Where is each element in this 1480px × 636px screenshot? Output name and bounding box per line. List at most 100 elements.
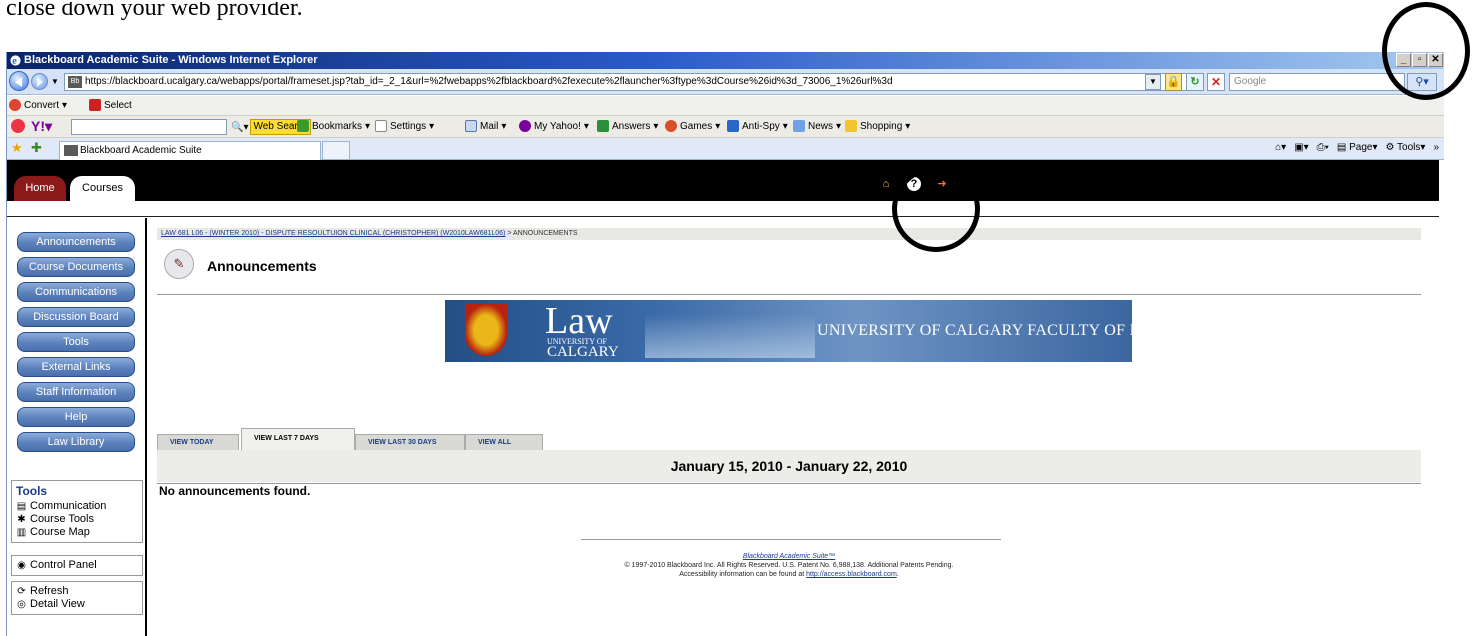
tab-view-last-30-days[interactable]: VIEW LAST 30 DAYS (355, 434, 465, 450)
breadcrumb-current: > ANNOUNCEMENTS (507, 230, 578, 237)
games-menu[interactable]: Games ▾ (665, 120, 720, 132)
detail-view-icon: ◎ (17, 599, 26, 610)
control-panel-link[interactable]: ◉ Control Panel (16, 559, 138, 572)
communication-icon: ▤ (16, 501, 27, 512)
shopping-menu[interactable]: Shopping ▾ (845, 120, 910, 132)
mail-icon (465, 120, 477, 132)
url-input[interactable]: Bb https://blackboard.ucalgary.ca/webapp… (64, 73, 1194, 91)
accessibility-link[interactable]: http://access.blackboard.com (806, 571, 897, 578)
nav-communications[interactable]: Communications (17, 282, 135, 302)
nav-staff-information[interactable]: Staff Information (17, 382, 135, 402)
answers-icon (597, 120, 609, 132)
main-content: LAW 681 L06 - (WINTER 2010) - DISPUTE RE… (157, 222, 1427, 636)
convert-toolbar: Convert ▾ Select (7, 96, 1444, 116)
yahoo-search-input[interactable] (71, 119, 227, 135)
yahoo-brand-icon[interactable]: Y!▾ (31, 118, 63, 134)
tool-course-tools[interactable]: ✱ Course Tools (16, 513, 138, 526)
settings-menu[interactable]: Settings ▾ (375, 120, 434, 132)
nav-announcements[interactable]: Announcements (17, 232, 135, 252)
url-dropdown-icon[interactable]: ▼ (1145, 74, 1161, 90)
my-yahoo-menu[interactable]: My Yahoo! ▾ (519, 120, 589, 132)
footer-copyright: © 1997-2010 Blackboard Inc. All Rights R… (624, 562, 954, 569)
news-icon (793, 120, 805, 132)
stop-icon[interactable]: ✕ (1207, 73, 1225, 91)
banner-faculty: UNIVERSITY OF CALGARY FACULTY OF LAW (817, 322, 1132, 339)
view-tabs: VIEW TODAY VIEW LAST 7 DAYS VIEW LAST 30… (157, 428, 1421, 450)
new-tab-button[interactable] (322, 141, 350, 160)
select-icon (89, 99, 101, 111)
answers-menu[interactable]: Answers ▾ (597, 120, 658, 132)
tab-view-all[interactable]: VIEW ALL (465, 434, 543, 450)
page-menu[interactable]: ▤ Page▾ (1337, 142, 1378, 153)
nav-discussion-board[interactable]: Discussion Board (17, 307, 135, 327)
my-yahoo-icon (519, 120, 531, 132)
tool-communication[interactable]: ▤ Communication (16, 500, 138, 513)
banner-calgary: CALGARY (547, 344, 619, 360)
tab-view-last-7-days[interactable]: VIEW LAST 7 DAYS (241, 428, 355, 450)
footer-divider (581, 539, 1001, 540)
browser-window: e Blackboard Academic Suite - Windows In… (6, 52, 1444, 636)
more-chevron-icon[interactable]: » (1433, 142, 1439, 153)
footer: Blackboard Academic Suite™ © 1997-2010 B… (157, 552, 1421, 579)
course-tools-icon: ✱ (17, 514, 26, 525)
mail-menu[interactable]: Mail ▾ (465, 120, 506, 132)
tools-panel: Tools ▤ Communication ✱ Course Tools ▥ Cour… (11, 480, 143, 543)
tool-course-map[interactable]: ▥ Course Map (16, 526, 138, 539)
home-command-icon[interactable]: ⌂▾ (1275, 142, 1286, 153)
ie-logo-icon: e (10, 55, 21, 67)
date-range: January 15, 2010 - January 22, 2010 (670, 458, 908, 474)
search-input[interactable]: Google (1229, 73, 1405, 91)
select-button[interactable]: Select (89, 99, 132, 111)
print-command-icon[interactable]: ⎙▾ (1317, 142, 1329, 153)
add-favorites-icon[interactable]: ✚ (31, 141, 42, 155)
news-menu[interactable]: News ▾ (793, 120, 841, 132)
history-dropdown-icon[interactable]: ▼ (51, 77, 59, 86)
breadcrumb: LAW 681 L06 - (WINTER 2010) - DISPUTE RE… (157, 228, 1421, 240)
highlight-circle-window-controls (1382, 2, 1470, 100)
tab-view-today[interactable]: VIEW TODAY (157, 434, 239, 450)
blackboard-header: Home Courses ⌂ ? ➜ (7, 160, 1439, 201)
footer-brand-link[interactable]: Blackboard Academic Suite™ (743, 553, 835, 560)
magnifier-icon: 🔍▾ (231, 121, 249, 133)
tools-panel-title: Tools (16, 484, 48, 498)
forward-button[interactable] (31, 73, 48, 90)
banner-law: Law (545, 300, 613, 342)
convert-button[interactable]: Convert ▾ (9, 99, 67, 111)
convert-icon (9, 99, 21, 111)
breadcrumb-course-link[interactable]: LAW 681 L06 - (WINTER 2010) - DISPUTE RE… (161, 230, 505, 237)
calgary-crest-icon (465, 304, 507, 356)
favorites-star-icon[interactable]: ★ (11, 141, 23, 155)
refresh-view-icon: ⟳ (17, 586, 26, 597)
nav-tools[interactable]: Tools (17, 332, 135, 352)
law-banner: Law UNIVERSITY OF CALGARY UNIVERSITY OF … (445, 300, 1132, 362)
nav-law-library[interactable]: Law Library (17, 432, 135, 452)
games-icon (665, 120, 677, 132)
address-bar: ▼ Bb https://blackboard.ucalgary.ca/weba… (7, 69, 1444, 95)
nav-help[interactable]: Help (17, 407, 135, 427)
back-button[interactable] (9, 71, 29, 91)
control-panel-box: ◉ Control Panel (11, 555, 143, 576)
svg-text:e: e (12, 56, 17, 67)
ie-command-bar: ⌂▾ ▣▾ ⎙▾ ▤ Page▾ ⚙ Tools▾ » (1275, 142, 1439, 153)
bookmarks-menu[interactable]: Bookmarks ▾ (297, 120, 370, 132)
nav-external-links[interactable]: External Links (17, 357, 135, 377)
refresh-link[interactable]: ⟳ Refresh (16, 585, 138, 598)
lock-icon[interactable]: 🔒 (1165, 73, 1182, 91)
tools-menu[interactable]: ⚙ Tools▾ (1385, 142, 1425, 153)
header-spacer (7, 201, 1439, 217)
home-icon[interactable]: ⌂ (879, 177, 893, 191)
footer-accessibility: Accessibility information can be found a… (679, 571, 899, 578)
date-band: January 15, 2010 - January 22, 2010 (157, 450, 1421, 482)
yahoo-logo-icon[interactable] (11, 119, 25, 133)
no-announcements-message: No announcements found. (157, 483, 1421, 499)
ie-tab-blackboard[interactable]: Blackboard Academic Suite (59, 141, 321, 160)
yahoo-toolbar: Y!▾ 🔍▾ Web Search Bookmarks ▾ Settings ▾ M… (7, 116, 1444, 138)
detail-view-link[interactable]: ◎ Detail View (16, 598, 138, 611)
nav-course-documents[interactable]: Course Documents (17, 257, 135, 277)
feeds-command-icon[interactable]: ▣▾ (1294, 142, 1308, 153)
tab-home[interactable]: Home (14, 176, 66, 201)
tab-favicon-icon (64, 145, 78, 156)
refresh-icon[interactable]: ↻ (1186, 73, 1204, 91)
anti-spy-menu[interactable]: Anti-Spy ▾ (727, 120, 788, 132)
tab-courses[interactable]: Courses (70, 176, 135, 201)
